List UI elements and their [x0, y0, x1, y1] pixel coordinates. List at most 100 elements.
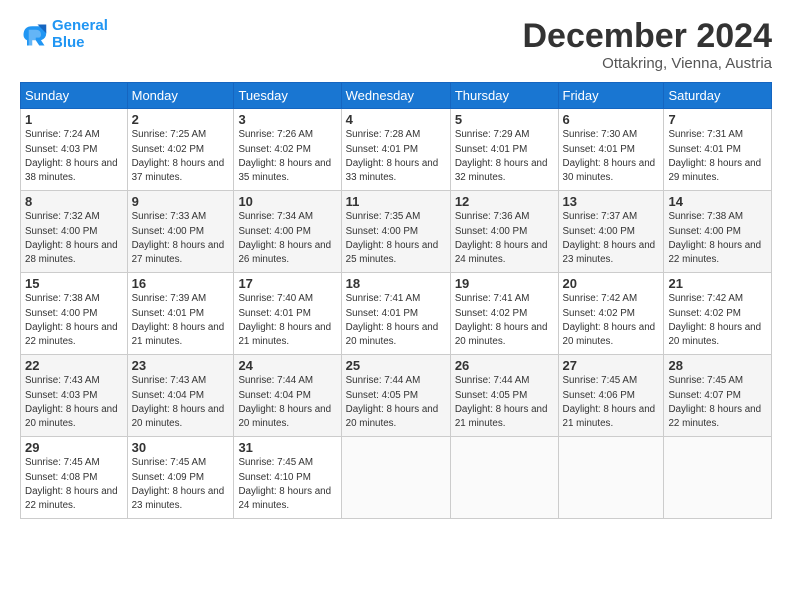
day-cell: 4 Sunrise: 7:28 AMSunset: 4:01 PMDayligh…: [341, 109, 450, 191]
day-number: 6: [563, 112, 660, 127]
day-cell: 14 Sunrise: 7:38 AMSunset: 4:00 PMDaylig…: [664, 191, 772, 273]
day-cell: 2 Sunrise: 7:25 AMSunset: 4:02 PMDayligh…: [127, 109, 234, 191]
day-number: 16: [132, 276, 230, 291]
day-number: 1: [25, 112, 123, 127]
day-number: 22: [25, 358, 123, 373]
day-info: Sunrise: 7:30 AMSunset: 4:01 PMDaylight:…: [563, 129, 656, 183]
day-info: Sunrise: 7:45 AMSunset: 4:08 PMDaylight:…: [25, 457, 118, 511]
day-cell: 28 Sunrise: 7:45 AMSunset: 4:07 PMDaylig…: [664, 355, 772, 437]
day-number: 31: [238, 440, 336, 455]
day-number: 24: [238, 358, 336, 373]
col-header-wednesday: Wednesday: [341, 83, 450, 109]
day-number: 25: [346, 358, 446, 373]
day-info: Sunrise: 7:41 AMSunset: 4:01 PMDaylight:…: [346, 293, 439, 347]
calendar-header-row: SundayMondayTuesdayWednesdayThursdayFrid…: [21, 83, 772, 109]
day-info: Sunrise: 7:38 AMSunset: 4:00 PMDaylight:…: [25, 293, 118, 347]
day-info: Sunrise: 7:28 AMSunset: 4:01 PMDaylight:…: [346, 129, 439, 183]
day-cell: 10 Sunrise: 7:34 AMSunset: 4:00 PMDaylig…: [234, 191, 341, 273]
day-cell: 17 Sunrise: 7:40 AMSunset: 4:01 PMDaylig…: [234, 273, 341, 355]
day-number: 19: [455, 276, 554, 291]
day-number: 17: [238, 276, 336, 291]
day-info: Sunrise: 7:38 AMSunset: 4:00 PMDaylight:…: [668, 211, 761, 265]
day-cell: 24 Sunrise: 7:44 AMSunset: 4:04 PMDaylig…: [234, 355, 341, 437]
day-number: 15: [25, 276, 123, 291]
day-cell: [341, 437, 450, 519]
logo-icon: [20, 21, 48, 49]
day-info: Sunrise: 7:44 AMSunset: 4:04 PMDaylight:…: [238, 375, 331, 429]
day-cell: 20 Sunrise: 7:42 AMSunset: 4:02 PMDaylig…: [558, 273, 664, 355]
day-number: 29: [25, 440, 123, 455]
week-row-1: 8 Sunrise: 7:32 AMSunset: 4:00 PMDayligh…: [21, 191, 772, 273]
day-cell: 12 Sunrise: 7:36 AMSunset: 4:00 PMDaylig…: [450, 191, 558, 273]
day-number: 2: [132, 112, 230, 127]
day-cell: 16 Sunrise: 7:39 AMSunset: 4:01 PMDaylig…: [127, 273, 234, 355]
header: General Blue December 2024 Ottakring, Vi…: [20, 18, 772, 72]
day-cell: 13 Sunrise: 7:37 AMSunset: 4:00 PMDaylig…: [558, 191, 664, 273]
day-info: Sunrise: 7:32 AMSunset: 4:00 PMDaylight:…: [25, 211, 118, 265]
page: General Blue December 2024 Ottakring, Vi…: [0, 0, 792, 529]
day-number: 12: [455, 194, 554, 209]
day-info: Sunrise: 7:41 AMSunset: 4:02 PMDaylight:…: [455, 293, 548, 347]
day-info: Sunrise: 7:33 AMSunset: 4:00 PMDaylight:…: [132, 211, 225, 265]
day-info: Sunrise: 7:42 AMSunset: 4:02 PMDaylight:…: [668, 293, 761, 347]
day-info: Sunrise: 7:24 AMSunset: 4:03 PMDaylight:…: [25, 129, 118, 183]
week-row-4: 29 Sunrise: 7:45 AMSunset: 4:08 PMDaylig…: [21, 437, 772, 519]
day-info: Sunrise: 7:45 AMSunset: 4:10 PMDaylight:…: [238, 457, 331, 511]
logo-text: General Blue: [52, 18, 108, 51]
day-number: 10: [238, 194, 336, 209]
day-cell: 11 Sunrise: 7:35 AMSunset: 4:00 PMDaylig…: [341, 191, 450, 273]
day-number: 3: [238, 112, 336, 127]
day-cell: 7 Sunrise: 7:31 AMSunset: 4:01 PMDayligh…: [664, 109, 772, 191]
day-info: Sunrise: 7:31 AMSunset: 4:01 PMDaylight:…: [668, 129, 761, 183]
col-header-sunday: Sunday: [21, 83, 128, 109]
day-cell: 15 Sunrise: 7:38 AMSunset: 4:00 PMDaylig…: [21, 273, 128, 355]
day-info: Sunrise: 7:35 AMSunset: 4:00 PMDaylight:…: [346, 211, 439, 265]
day-cell: 23 Sunrise: 7:43 AMSunset: 4:04 PMDaylig…: [127, 355, 234, 437]
day-number: 23: [132, 358, 230, 373]
day-number: 21: [668, 276, 767, 291]
day-cell: 8 Sunrise: 7:32 AMSunset: 4:00 PMDayligh…: [21, 191, 128, 273]
day-number: 18: [346, 276, 446, 291]
day-cell: 31 Sunrise: 7:45 AMSunset: 4:10 PMDaylig…: [234, 437, 341, 519]
day-cell: [664, 437, 772, 519]
day-cell: 27 Sunrise: 7:45 AMSunset: 4:06 PMDaylig…: [558, 355, 664, 437]
day-info: Sunrise: 7:37 AMSunset: 4:00 PMDaylight:…: [563, 211, 656, 265]
day-number: 7: [668, 112, 767, 127]
day-info: Sunrise: 7:42 AMSunset: 4:02 PMDaylight:…: [563, 293, 656, 347]
day-number: 8: [25, 194, 123, 209]
col-header-thursday: Thursday: [450, 83, 558, 109]
day-number: 11: [346, 194, 446, 209]
calendar-table: SundayMondayTuesdayWednesdayThursdayFrid…: [20, 82, 772, 519]
day-cell: 18 Sunrise: 7:41 AMSunset: 4:01 PMDaylig…: [341, 273, 450, 355]
col-header-saturday: Saturday: [664, 83, 772, 109]
day-cell: 21 Sunrise: 7:42 AMSunset: 4:02 PMDaylig…: [664, 273, 772, 355]
day-cell: 26 Sunrise: 7:44 AMSunset: 4:05 PMDaylig…: [450, 355, 558, 437]
col-header-tuesday: Tuesday: [234, 83, 341, 109]
day-cell: 5 Sunrise: 7:29 AMSunset: 4:01 PMDayligh…: [450, 109, 558, 191]
day-cell: 29 Sunrise: 7:45 AMSunset: 4:08 PMDaylig…: [21, 437, 128, 519]
day-cell: [558, 437, 664, 519]
logo: General Blue: [20, 18, 108, 51]
week-row-3: 22 Sunrise: 7:43 AMSunset: 4:03 PMDaylig…: [21, 355, 772, 437]
day-info: Sunrise: 7:34 AMSunset: 4:00 PMDaylight:…: [238, 211, 331, 265]
day-cell: 22 Sunrise: 7:43 AMSunset: 4:03 PMDaylig…: [21, 355, 128, 437]
day-info: Sunrise: 7:44 AMSunset: 4:05 PMDaylight:…: [346, 375, 439, 429]
day-number: 14: [668, 194, 767, 209]
day-number: 28: [668, 358, 767, 373]
day-cell: 6 Sunrise: 7:30 AMSunset: 4:01 PMDayligh…: [558, 109, 664, 191]
col-header-monday: Monday: [127, 83, 234, 109]
day-number: 30: [132, 440, 230, 455]
week-row-0: 1 Sunrise: 7:24 AMSunset: 4:03 PMDayligh…: [21, 109, 772, 191]
day-info: Sunrise: 7:39 AMSunset: 4:01 PMDaylight:…: [132, 293, 225, 347]
day-info: Sunrise: 7:36 AMSunset: 4:00 PMDaylight:…: [455, 211, 548, 265]
day-info: Sunrise: 7:45 AMSunset: 4:06 PMDaylight:…: [563, 375, 656, 429]
day-number: 27: [563, 358, 660, 373]
day-info: Sunrise: 7:45 AMSunset: 4:07 PMDaylight:…: [668, 375, 761, 429]
day-number: 26: [455, 358, 554, 373]
day-info: Sunrise: 7:45 AMSunset: 4:09 PMDaylight:…: [132, 457, 225, 511]
day-cell: 19 Sunrise: 7:41 AMSunset: 4:02 PMDaylig…: [450, 273, 558, 355]
subtitle: Ottakring, Vienna, Austria: [522, 55, 772, 72]
week-row-2: 15 Sunrise: 7:38 AMSunset: 4:00 PMDaylig…: [21, 273, 772, 355]
day-cell: 3 Sunrise: 7:26 AMSunset: 4:02 PMDayligh…: [234, 109, 341, 191]
day-info: Sunrise: 7:44 AMSunset: 4:05 PMDaylight:…: [455, 375, 548, 429]
